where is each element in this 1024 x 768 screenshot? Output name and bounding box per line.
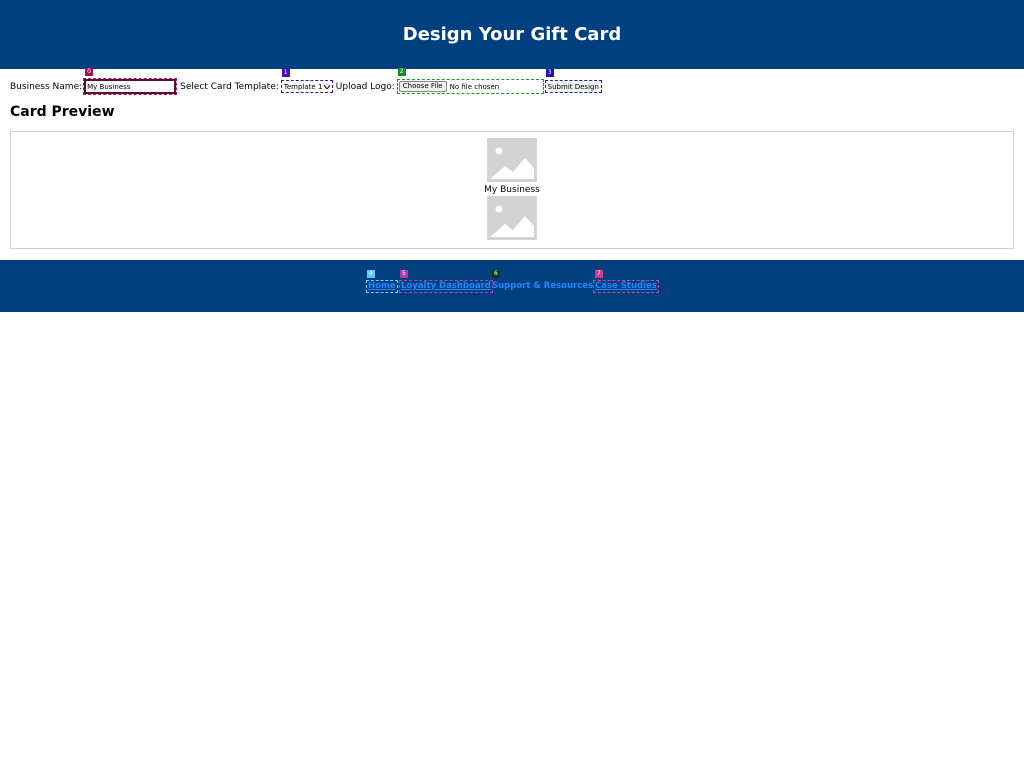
card-preview: My Business: [10, 131, 1014, 249]
element-tag-6: 6: [492, 270, 500, 278]
template-label: Select Card Template:: [180, 81, 279, 92]
image-placeholder-icon: [487, 138, 537, 182]
file-status-text: No file chosen: [449, 82, 500, 91]
chevron-down-icon: [323, 83, 331, 91]
nav-link-home[interactable]: Home: [366, 280, 398, 293]
logo-file-input[interactable]: Choose File No file chosen: [396, 79, 544, 94]
business-name-input[interactable]: My Business: [83, 78, 178, 95]
nav-link-loyalty-dashboard[interactable]: Loyalty Dashboard: [399, 280, 493, 293]
business-name-label: Business Name:: [10, 81, 83, 92]
template-select-value: Template 1: [283, 82, 323, 91]
logo-label: Upload Logo:: [335, 81, 395, 92]
element-tag-7: 7: [595, 270, 603, 278]
element-tag-1: 1: [281, 69, 290, 77]
element-tag-0: 0: [85, 68, 93, 76]
element-tag-2: 2: [397, 68, 406, 76]
card-business-name: My Business: [484, 185, 540, 195]
page-header: Design Your Gift Card: [0, 0, 1024, 69]
element-tag-3: 3: [545, 69, 554, 77]
choose-file-button[interactable]: Choose File: [398, 81, 447, 92]
nav-link-case-studies[interactable]: Case Studies: [593, 280, 659, 293]
element-tag-4: 4: [367, 270, 375, 278]
template-select[interactable]: Template 1: [280, 80, 333, 93]
footer-nav: 4 Home 5 Loyalty Dashboard 6 Support & R…: [0, 260, 1024, 312]
design-form: Business Name: 0 My Business Select Card…: [10, 68, 602, 95]
image-placeholder-icon: [487, 196, 537, 240]
element-tag-5: 5: [400, 270, 408, 278]
page-title: Design Your Gift Card: [402, 24, 622, 45]
card-preview-title: Card Preview: [10, 104, 115, 120]
submit-design-button[interactable]: Submit Design: [544, 80, 602, 93]
nav-link-support-resources[interactable]: Support & Resources: [492, 281, 593, 292]
